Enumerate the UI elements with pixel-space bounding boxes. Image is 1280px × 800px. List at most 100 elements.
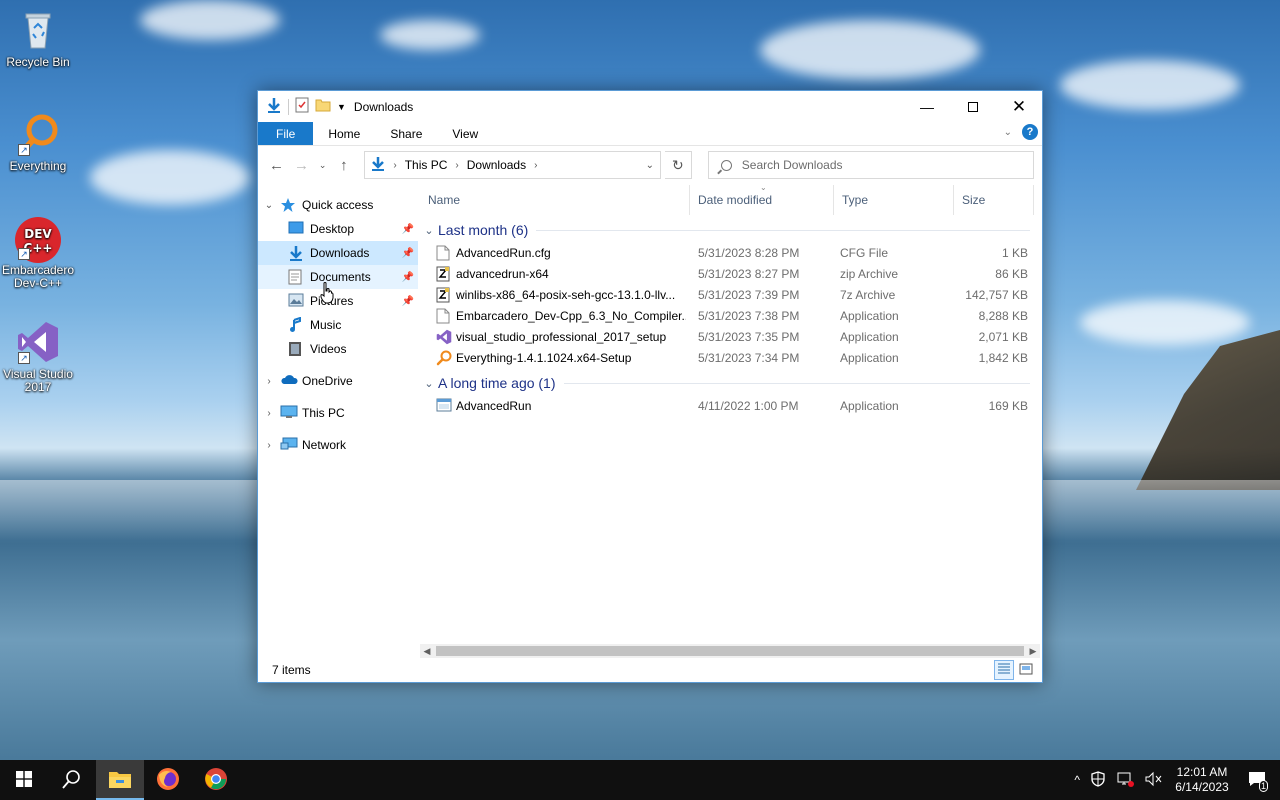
- nav-desktop[interactable]: Desktop 📌: [258, 217, 418, 241]
- search-input[interactable]: Search Downloads: [707, 151, 1034, 179]
- table-row[interactable]: AdvancedRun.cfg 5/31/2023 8:28 PM CFG File…: [420, 242, 1034, 263]
- nav-downloads[interactable]: Downloads 📌: [258, 241, 418, 265]
- breadcrumb-this-pc[interactable]: This PC: [405, 158, 448, 172]
- group-label: Last month (6): [438, 222, 529, 238]
- chevron-right-icon[interactable]: ›: [534, 160, 537, 171]
- group-header[interactable]: ⌄ A long time ago (1): [420, 371, 1034, 395]
- tab-share[interactable]: Share: [375, 122, 437, 145]
- visual-studio-icon: ↗: [16, 320, 60, 364]
- music-folder-icon: [288, 316, 304, 333]
- pin-icon[interactable]: 📌: [402, 224, 414, 235]
- chevron-down-icon[interactable]: ⌄: [646, 160, 654, 171]
- table-row[interactable]: winlibs-x86_64-posix-seh-gcc-13.1.0-llv.…: [420, 284, 1034, 305]
- desktop-icon-dev-cpp[interactable]: DEV C++ ↗ Embarcadero Dev-C++: [0, 216, 76, 290]
- taskbar-file-explorer[interactable]: [96, 760, 144, 800]
- cloud: [90, 150, 250, 205]
- pin-icon[interactable]: 📌: [402, 296, 414, 307]
- start-button[interactable]: [0, 760, 48, 800]
- scroll-right-icon[interactable]: ▶: [1026, 646, 1040, 657]
- chevron-down-icon[interactable]: ⌄: [420, 224, 438, 237]
- address-bar[interactable]: › This PC › Downloads › ⌄: [364, 151, 661, 179]
- nav-label: Downloads: [310, 246, 370, 260]
- chevron-down-icon[interactable]: ⌄: [258, 200, 280, 211]
- action-center-button[interactable]: 1: [1242, 760, 1272, 800]
- desktop-icon-everything[interactable]: ↗ Everything: [0, 112, 76, 173]
- network-status-icon[interactable]: [1116, 771, 1134, 790]
- volume-muted-icon[interactable]: [1144, 771, 1162, 790]
- maximize-button[interactable]: [950, 91, 996, 122]
- large-icons-view-button[interactable]: [1016, 660, 1036, 680]
- column-header-type[interactable]: Type: [834, 185, 954, 215]
- chevron-down-icon[interactable]: ⌄: [420, 377, 438, 390]
- tab-home[interactable]: Home: [313, 122, 375, 145]
- app-window-icon: [436, 398, 452, 414]
- horizontal-scrollbar[interactable]: ◀ ▶: [420, 644, 1040, 658]
- group-header[interactable]: ⌄ Last month (6): [420, 218, 1034, 242]
- clock[interactable]: 12:01 AM 6/14/2023: [1172, 765, 1232, 795]
- title-bar[interactable]: ▼ Downloads — ✕: [258, 91, 1042, 122]
- nav-quick-access[interactable]: ⌄ Quick access: [258, 193, 418, 217]
- chevron-right-icon[interactable]: ›: [258, 408, 280, 419]
- recent-locations-icon[interactable]: ⌄: [316, 160, 329, 171]
- scroll-thumb[interactable]: [436, 646, 1024, 656]
- pin-icon[interactable]: 📌: [402, 272, 414, 283]
- minimize-button[interactable]: —: [904, 91, 950, 122]
- scroll-left-icon[interactable]: ◀: [420, 646, 434, 657]
- nav-pictures[interactable]: Pictures 📌: [258, 289, 418, 313]
- table-row[interactable]: Everything-1.4.1.1024.x64-Setup 5/31/2023…: [420, 347, 1034, 368]
- desktop-icon-recycle-bin[interactable]: Recycle Bin: [0, 8, 76, 69]
- taskbar-firefox[interactable]: [144, 760, 192, 800]
- search-button[interactable]: [48, 760, 96, 800]
- desktop-icon-visual-studio[interactable]: ↗ Visual Studio 2017: [0, 320, 76, 394]
- chevron-right-icon[interactable]: ›: [258, 376, 280, 387]
- show-hidden-icons-icon[interactable]: ^: [1074, 773, 1080, 787]
- table-row[interactable]: AdvancedRun 4/11/2022 1:00 PM Application 1…: [420, 395, 1034, 416]
- chevron-right-icon[interactable]: ›: [258, 440, 280, 451]
- cloud: [760, 20, 980, 80]
- nav-onedrive[interactable]: › OneDrive: [258, 369, 418, 393]
- column-header-size[interactable]: Size: [954, 185, 1034, 215]
- refresh-button[interactable]: ↻: [664, 151, 692, 179]
- chevron-right-icon[interactable]: ›: [455, 160, 458, 171]
- star-icon: [280, 197, 296, 213]
- table-row[interactable]: visual_studio_professional_2017_setup 5/3…: [420, 326, 1034, 347]
- details-view-button[interactable]: [994, 660, 1014, 680]
- table-row[interactable]: Embarcadero_Dev-Cpp_6.3_No_Compiler... 5/…: [420, 305, 1034, 326]
- nav-music[interactable]: Music: [258, 313, 418, 337]
- chevron-right-icon[interactable]: ›: [393, 160, 396, 171]
- shortcut-arrow-icon: ↗: [18, 248, 30, 260]
- tab-view[interactable]: View: [437, 122, 493, 145]
- forward-button[interactable]: →: [291, 157, 312, 174]
- shortcut-arrow-icon: ↗: [18, 352, 30, 364]
- column-header-name[interactable]: Name: [420, 185, 690, 215]
- customize-toolbar-dropdown-icon[interactable]: ▼: [337, 102, 346, 112]
- expand-ribbon-icon[interactable]: ⌄: [1004, 127, 1012, 138]
- clock-date: 6/14/2023: [1175, 780, 1229, 794]
- nav-videos[interactable]: Videos: [258, 337, 418, 361]
- cloud: [1060, 60, 1240, 110]
- desktop-icon-label: Recycle Bin: [6, 55, 70, 69]
- properties-icon[interactable]: [295, 97, 309, 116]
- cloud-icon: [280, 373, 298, 389]
- up-button[interactable]: ↑: [333, 157, 354, 174]
- tab-file[interactable]: File: [258, 122, 314, 145]
- windows-security-icon[interactable]: [1090, 770, 1106, 790]
- new-folder-icon[interactable]: [315, 98, 331, 115]
- chrome-icon: [204, 767, 228, 794]
- table-row[interactable]: advancedrun-x64 5/31/2023 8:27 PM zip Arch…: [420, 263, 1034, 284]
- pin-icon[interactable]: 📌: [402, 248, 414, 259]
- cloud: [380, 20, 480, 50]
- taskbar-chrome[interactable]: [192, 760, 240, 800]
- nav-label: OneDrive: [302, 374, 353, 388]
- help-icon[interactable]: ?: [1022, 124, 1038, 140]
- nav-this-pc[interactable]: › This PC: [258, 401, 418, 425]
- back-button[interactable]: ←: [266, 157, 287, 174]
- visual-studio-icon: [436, 329, 452, 345]
- breadcrumb-downloads[interactable]: Downloads: [467, 158, 526, 172]
- nav-network[interactable]: › Network: [258, 433, 418, 457]
- file-size: 1 KB: [1001, 245, 1028, 260]
- item-count: 7 items: [272, 663, 311, 677]
- nav-documents[interactable]: Documents 📌: [258, 265, 418, 289]
- file-type: 7z Archive: [840, 287, 896, 302]
- close-button[interactable]: ✕: [996, 91, 1042, 122]
